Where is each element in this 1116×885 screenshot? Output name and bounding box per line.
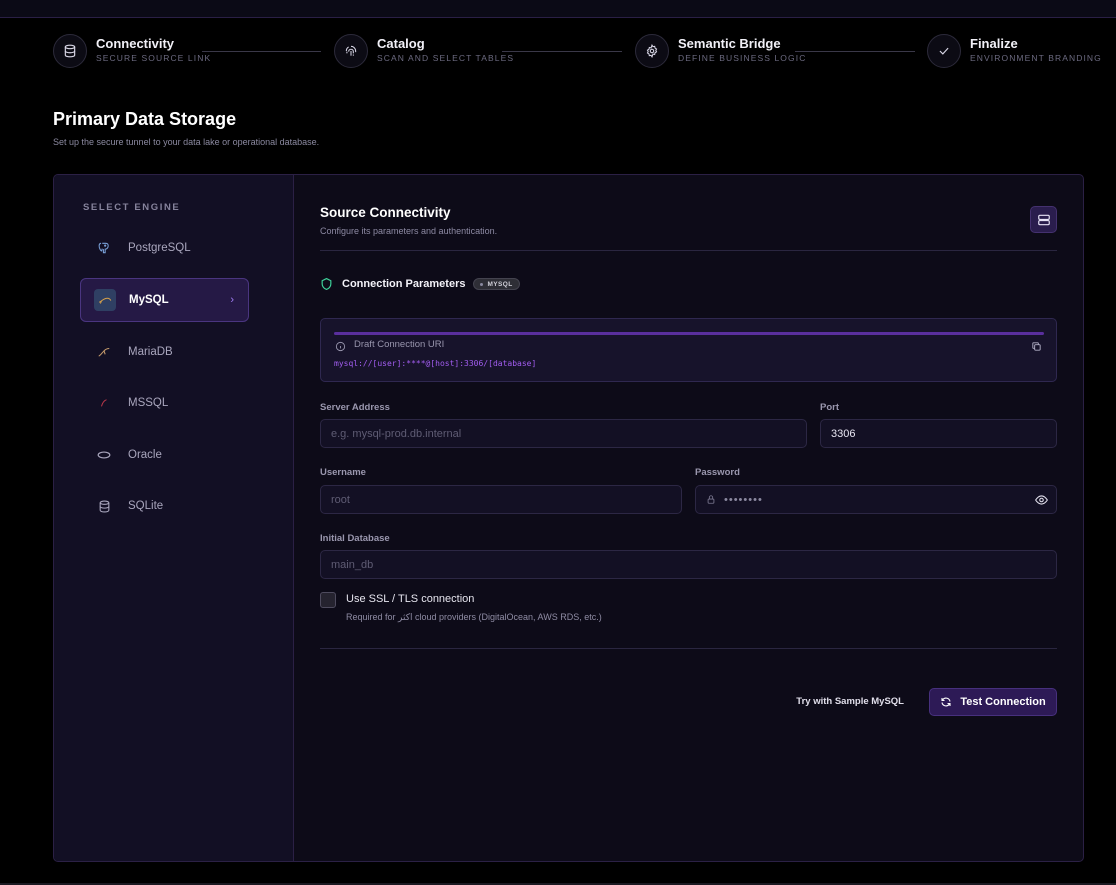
step-subtitle: SECURE SOURCE LINK — [96, 53, 212, 63]
section-subtitle: Configure its parameters and authenticat… — [320, 226, 498, 236]
password-label: Password — [695, 467, 740, 478]
step-catalog[interactable]: Catalog SCAN AND SELECT TABLES — [334, 34, 514, 68]
ssl-checkbox[interactable] — [320, 592, 336, 608]
initial-database-input[interactable]: main_db — [320, 550, 1057, 579]
page-subtitle: Set up the secure tunnel to your data la… — [53, 137, 320, 147]
username-input[interactable]: root — [320, 485, 682, 514]
refresh-icon — [941, 697, 951, 707]
shield-icon — [321, 277, 332, 291]
port-label: Port — [820, 402, 839, 413]
step-title: Catalog — [377, 36, 425, 51]
step-title: Finalize — [970, 36, 1018, 51]
step-subtitle: DEFINE BUSINESS LOGIC — [678, 53, 807, 63]
engine-item-mysql[interactable]: MySQL › — [80, 278, 249, 322]
engine-label: PostgreSQL — [128, 242, 191, 254]
server-icon-button[interactable] — [1030, 206, 1057, 233]
server-address-input[interactable]: e.g. mysql-prod.db.internal — [320, 419, 807, 448]
step-connector — [202, 51, 321, 52]
oval-icon — [93, 444, 115, 466]
mssql-icon — [93, 392, 115, 414]
username-label: Username — [320, 467, 366, 478]
engine-item-postgresql[interactable]: PostgreSQL — [80, 226, 249, 270]
server-icon — [1037, 214, 1050, 225]
engine-label: MySQL — [129, 294, 169, 306]
engine-label: MariaDB — [128, 346, 173, 358]
ssl-label: Use SSL / TLS connection — [346, 593, 475, 605]
uri-label: Draft Connection URI — [354, 339, 445, 350]
step-title: Connectivity — [96, 36, 175, 51]
top-bar — [0, 0, 1116, 18]
section-divider — [320, 250, 1057, 251]
dolphin-icon — [94, 289, 116, 311]
gear-icon — [635, 34, 669, 68]
engine-sidebar: SELECT ENGINE PostgreSQL MySQL › MariaDB — [54, 175, 294, 861]
engine-badge: MYSQL — [473, 278, 520, 290]
check-icon — [927, 34, 961, 68]
connection-card: SELECT ENGINE PostgreSQL MySQL › MariaDB — [53, 174, 1084, 862]
connection-form-panel: Source Connectivity Configure its parame… — [320, 175, 1057, 861]
database-icon — [53, 34, 87, 68]
test-connection-button[interactable]: Test Connection — [929, 688, 1057, 716]
info-icon — [335, 339, 346, 357]
engine-item-sqlite[interactable]: SQLite — [80, 484, 249, 528]
step-subtitle: ENVIRONMENT BRANDING — [970, 53, 1102, 63]
section-title: Source Connectivity — [320, 205, 451, 220]
step-connector — [795, 51, 915, 52]
copy-icon[interactable] — [1031, 339, 1042, 357]
server-address-label: Server Address — [320, 402, 390, 413]
try-sample-button[interactable]: Try with Sample MySQL — [796, 696, 904, 707]
port-input[interactable]: 3306 — [820, 419, 1057, 448]
engine-item-mssql[interactable]: MSSQL — [80, 381, 249, 425]
database-icon — [93, 495, 115, 517]
engine-label: SQLite — [128, 500, 164, 512]
seal-icon — [93, 341, 115, 363]
uri-value: mysql://[user]:****@[host]:3306/[databas… — [334, 359, 537, 368]
page-title: Primary Data Storage — [53, 109, 237, 129]
password-input[interactable]: •••••••• — [695, 485, 1057, 514]
connection-parameters-label: Connection Parameters — [342, 278, 466, 290]
step-finalize[interactable]: Finalize ENVIRONMENT BRANDING — [927, 34, 1102, 68]
connection-uri-preview: Draft Connection URI mysql://[user]:****… — [320, 318, 1057, 382]
engine-label: Oracle — [128, 449, 162, 461]
fingerprint-icon — [334, 34, 368, 68]
initial-database-label: Initial Database — [320, 533, 390, 544]
engine-item-mariadb[interactable]: MariaDB — [80, 330, 249, 374]
chevron-right-icon: › — [230, 294, 234, 306]
connection-parameters-header: Connection Parameters MYSQL — [320, 277, 520, 291]
uri-progress-bar — [334, 332, 1044, 335]
elephant-icon — [93, 237, 115, 259]
step-semantic-bridge[interactable]: Semantic Bridge DEFINE BUSINESS LOGIC — [635, 34, 806, 68]
step-subtitle: SCAN AND SELECT TABLES — [377, 53, 515, 63]
step-title: Semantic Bridge — [678, 36, 781, 51]
engine-label: MSSQL — [128, 397, 169, 409]
form-divider — [320, 648, 1057, 649]
ssl-description: Required for اکثر cloud providers (Digit… — [346, 612, 602, 622]
engine-item-oracle[interactable]: Oracle — [80, 433, 249, 477]
eye-icon[interactable] — [1034, 493, 1049, 507]
step-connector — [502, 51, 622, 52]
step-connectivity[interactable]: Connectivity SECURE SOURCE LINK — [53, 34, 211, 68]
lock-icon — [707, 495, 715, 504]
sidebar-heading: SELECT ENGINE — [83, 202, 181, 213]
